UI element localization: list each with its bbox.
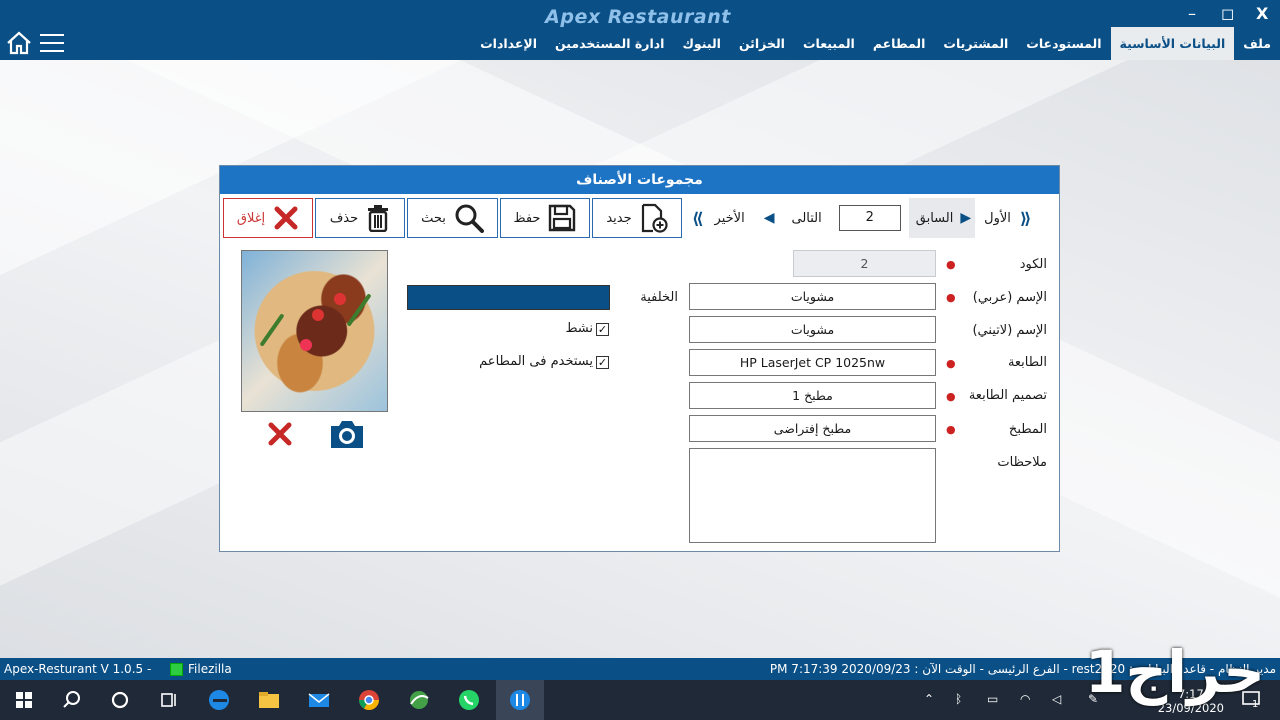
previous-record-label: السابق — [915, 210, 954, 226]
search-button[interactable]: بحث — [407, 198, 498, 238]
close-window-button[interactable]: X — [1256, 4, 1268, 23]
name-en-label: الإسم (لاتيني) — [972, 323, 1047, 338]
name-ar-label: الإسم (عربي) — [972, 290, 1047, 305]
save-button[interactable]: حفظ — [500, 198, 590, 238]
minimize-button[interactable]: – — [1188, 4, 1196, 23]
new-document-icon — [641, 203, 668, 233]
code-label: الكود — [1019, 257, 1047, 272]
notes-label: ملاحظات — [997, 455, 1047, 470]
close-form-label: إغلاق — [236, 210, 266, 226]
name-ar-field[interactable]: مشويات — [689, 283, 936, 310]
mail-icon[interactable] — [305, 686, 333, 714]
printer-field[interactable]: HP LaserJet CP 1025nw — [689, 349, 936, 376]
active-checkbox[interactable]: ✓ — [596, 323, 609, 336]
tray-expand-icon[interactable]: ⌃ — [924, 692, 934, 706]
kitchen-field[interactable]: مطبخ إفتراضى — [689, 415, 936, 442]
filezilla-status: Filezilla — [170, 658, 232, 680]
group-image — [241, 250, 388, 412]
search-icon — [455, 204, 484, 233]
search-taskbar-icon[interactable] — [58, 686, 86, 714]
menu-item-settings[interactable]: الإعدادات — [471, 27, 546, 60]
watermark-logo: حراج1 — [1085, 638, 1265, 706]
kitchen-label: المطبخ — [1008, 422, 1047, 437]
menu-item-banks[interactable]: البنوك — [673, 27, 729, 60]
title-bar: Apex Restaurant – ◻ X ملف البيانات الأسا… — [0, 0, 1280, 60]
apex-restaurant-icon[interactable] — [506, 686, 534, 714]
menu-item-warehouses[interactable]: المستودعات — [1017, 27, 1110, 60]
whatsapp-icon[interactable] — [455, 686, 483, 714]
required-marker: ● — [946, 390, 956, 403]
form-title: مجموعات الأصناف — [220, 166, 1059, 194]
name-en-field[interactable]: مشويات — [689, 316, 936, 343]
record-navigator: ⟪ الأخير ◀ التالى 2 السابق ▶ الأول ⟫ — [692, 198, 1031, 238]
app-version: Apex-Resturant V 1.0.5 - — [4, 662, 152, 676]
use-in-restaurants-label: يستخدم فى المطاعم — [479, 354, 593, 369]
first-record-button[interactable]: الأول — [981, 211, 1014, 226]
battery-icon[interactable]: ▭ — [987, 692, 998, 706]
camera-icon[interactable] — [328, 418, 366, 450]
bluetooth-icon[interactable]: ᛒ — [955, 692, 962, 706]
windows-start-icon[interactable] — [10, 686, 38, 714]
menu-item-basic-data[interactable]: البيانات الأساسية — [1110, 27, 1235, 60]
menu-item-sales[interactable]: المبيعات — [794, 27, 864, 60]
menu-item-purchases[interactable]: المشتريات — [934, 27, 1017, 60]
notes-field[interactable] — [689, 448, 936, 543]
use-in-restaurants-checkbox[interactable]: ✓ — [596, 356, 609, 369]
code-field: 2 — [793, 250, 936, 277]
menu-item-restaurants[interactable]: المطاعم — [864, 27, 935, 60]
previous-record-button[interactable]: السابق ▶ — [908, 198, 976, 238]
wifi-icon[interactable]: ◠ — [1020, 692, 1030, 706]
print-design-label: تصميم الطابعة — [968, 388, 1047, 403]
delete-button[interactable]: حذف — [315, 198, 405, 238]
new-label: جديد — [606, 210, 632, 226]
chrome-icon[interactable] — [355, 686, 383, 714]
new-button[interactable]: جديد — [592, 198, 682, 238]
menu-item-safes[interactable]: الخزائن — [730, 27, 794, 60]
menu-item-file[interactable]: ملف — [1234, 27, 1280, 60]
chevron-double-right-icon[interactable]: ⟫ — [1020, 209, 1032, 228]
file-explorer-icon[interactable] — [255, 686, 283, 714]
search-label: بحث — [421, 210, 446, 226]
required-marker: ● — [946, 258, 956, 271]
trash-icon — [368, 205, 389, 232]
delete-label: حذف — [329, 210, 359, 226]
task-view-icon[interactable] — [154, 686, 182, 714]
background-label: الخلفية — [640, 290, 678, 305]
filezilla-label: Filezilla — [188, 662, 232, 676]
close-form-button[interactable]: إغلاق — [223, 198, 313, 238]
next-record-button[interactable]: التالى — [788, 211, 824, 226]
hamburger-menu-icon[interactable] — [40, 34, 64, 52]
volume-icon[interactable]: ◁ — [1052, 692, 1061, 706]
save-label: حفظ — [513, 210, 541, 226]
background-color-picker[interactable] — [407, 285, 610, 310]
active-label: نشط — [565, 321, 593, 336]
required-marker: ● — [946, 291, 956, 304]
required-marker: ● — [946, 357, 956, 370]
last-record-button[interactable]: الأخير — [712, 211, 748, 226]
edge-icon[interactable] — [205, 686, 233, 714]
save-icon — [549, 204, 576, 232]
chevron-left-icon[interactable]: ◀ — [764, 210, 775, 226]
printer-label: الطابعة — [1007, 355, 1047, 370]
record-number-input[interactable]: 2 — [838, 205, 901, 231]
status-indicator-icon — [170, 662, 183, 676]
menu-item-users[interactable]: ادارة المستخدمين — [546, 27, 673, 60]
item-groups-form: مجموعات الأصناف إغلاق حذف بحث حفظ جديد ⟪… — [219, 165, 1060, 552]
required-marker: ● — [946, 423, 956, 436]
network-app-icon[interactable] — [405, 686, 433, 714]
main-menu: ملف البيانات الأساسية المستودعات المشتري… — [471, 27, 1280, 60]
cortana-icon[interactable] — [106, 686, 134, 714]
close-x-icon — [274, 206, 298, 230]
chevron-right-icon: ▶ — [960, 210, 972, 226]
print-design-field[interactable]: مطبخ 1 — [689, 382, 936, 409]
remove-image-icon[interactable] — [267, 421, 293, 447]
maximize-button[interactable]: ◻ — [1221, 4, 1234, 23]
app-title: Apex Restaurant — [545, 6, 731, 28]
chevron-double-left-icon[interactable]: ⟪ — [692, 209, 704, 228]
home-icon[interactable] — [6, 31, 32, 55]
